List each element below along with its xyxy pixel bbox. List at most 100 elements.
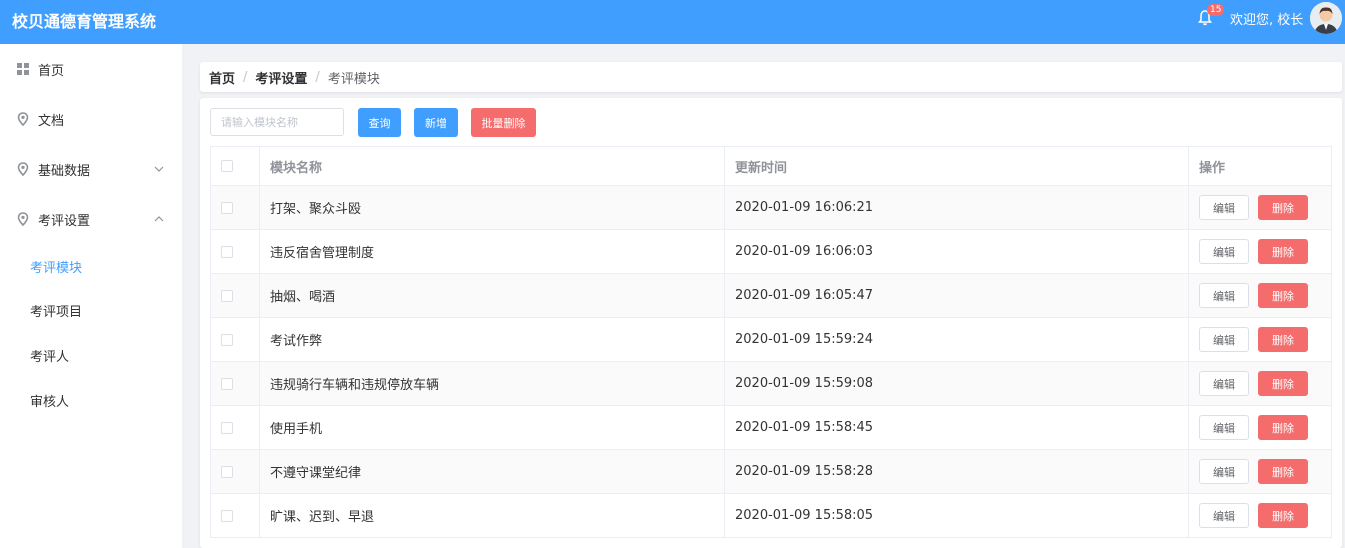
grid-icon: [16, 62, 30, 76]
table-row: 使用手机 2020-01-09 15:58:45 编辑 删除: [211, 406, 1331, 450]
edit-button[interactable]: 编辑: [1199, 283, 1249, 308]
sidebar-subitem-evaluation-modules[interactable]: 考评模块: [0, 244, 182, 288]
sidebar-subitem-reviewers[interactable]: 审核人: [0, 378, 182, 422]
row-checkbox-cell: [211, 318, 260, 361]
delete-button[interactable]: 删除: [1258, 327, 1308, 352]
row-checkbox-cell: [211, 450, 260, 493]
module-name: 使用手机: [260, 406, 725, 449]
column-header-time: 更新时间: [725, 147, 1189, 185]
delete-button[interactable]: 删除: [1258, 415, 1308, 440]
delete-button[interactable]: 删除: [1258, 459, 1308, 484]
row-checkbox[interactable]: [221, 289, 233, 302]
row-actions: 编辑 删除: [1189, 274, 1331, 317]
delete-button[interactable]: 删除: [1258, 283, 1308, 308]
location-icon: [16, 212, 30, 226]
header-checkbox-cell: [211, 147, 260, 185]
location-icon: [16, 112, 30, 126]
module-name: 考试作弊: [260, 318, 725, 361]
row-checkbox-cell: [211, 274, 260, 317]
row-actions: 编辑 删除: [1189, 186, 1331, 229]
delete-button[interactable]: 删除: [1258, 239, 1308, 264]
sidebar-item-home[interactable]: 首页: [0, 44, 182, 94]
row-actions: 编辑 删除: [1189, 318, 1331, 361]
row-checkbox[interactable]: [221, 421, 233, 434]
sidebar-item-evaluation-settings[interactable]: 考评设置: [0, 194, 182, 244]
batch-delete-button[interactable]: 批量删除: [471, 108, 536, 137]
breadcrumb-separator: /: [315, 69, 320, 85]
row-checkbox[interactable]: [221, 509, 233, 522]
column-header-actions: 操作: [1199, 160, 1226, 176]
module-name: 违反宿舍管理制度: [260, 230, 725, 273]
select-all-checkbox[interactable]: [221, 160, 233, 172]
row-actions: 编辑 删除: [1189, 494, 1331, 537]
breadcrumb: 首页 / 考评设置 / 考评模块: [200, 62, 1342, 92]
module-name: 打架、聚众斗殴: [260, 186, 725, 229]
delete-button[interactable]: 删除: [1258, 195, 1308, 220]
table-row: 打架、聚众斗殴 2020-01-09 16:06:21 编辑 删除: [211, 186, 1331, 230]
notification-badge: 15: [1207, 4, 1225, 16]
table-row: 抽烟、喝酒 2020-01-09 16:05:47 编辑 删除: [211, 274, 1331, 318]
sidebar-subitem-evaluation-items[interactable]: 考评项目: [0, 288, 182, 332]
update-time: 2020-01-09 16:05:47: [725, 274, 1189, 317]
breadcrumb-home[interactable]: 首页: [209, 68, 235, 87]
chevron-up-icon: [154, 213, 164, 223]
edit-button[interactable]: 编辑: [1199, 327, 1249, 352]
edit-button[interactable]: 编辑: [1199, 503, 1249, 528]
row-checkbox-cell: [211, 494, 260, 537]
edit-button[interactable]: 编辑: [1199, 239, 1249, 264]
module-name: 抽烟、喝酒: [260, 274, 725, 317]
module-name: 旷课、迟到、早退: [260, 494, 725, 537]
row-checkbox-cell: [211, 362, 260, 405]
row-actions: 编辑 删除: [1189, 450, 1331, 493]
sidebar-item-basic-data[interactable]: 基础数据: [0, 144, 182, 194]
edit-button[interactable]: 编辑: [1199, 371, 1249, 396]
table-row: 考试作弊 2020-01-09 15:59:24 编辑 删除: [211, 318, 1331, 362]
update-time: 2020-01-09 15:59:24: [725, 318, 1189, 361]
table-row: 违规骑行车辆和违规停放车辆 2020-01-09 15:59:08 编辑 删除: [211, 362, 1331, 406]
edit-button[interactable]: 编辑: [1199, 415, 1249, 440]
row-checkbox[interactable]: [221, 377, 233, 390]
location-icon: [16, 162, 30, 176]
delete-button[interactable]: 删除: [1258, 371, 1308, 396]
sidebar-item-label: 首页: [38, 63, 65, 79]
sidebar-subitem-evaluators[interactable]: 考评人: [0, 333, 182, 377]
row-checkbox-cell: [211, 230, 260, 273]
row-checkbox-cell: [211, 186, 260, 229]
row-checkbox[interactable]: [221, 465, 233, 478]
sidebar-item-docs[interactable]: 文档: [0, 94, 182, 144]
update-time: 2020-01-09 16:06:03: [725, 230, 1189, 273]
module-name: 违规骑行车辆和违规停放车辆: [260, 362, 725, 405]
add-button[interactable]: 新增: [414, 108, 458, 137]
update-time: 2020-01-09 15:59:08: [725, 362, 1189, 405]
chevron-down-icon: [154, 163, 164, 173]
row-actions: 编辑 删除: [1189, 406, 1331, 449]
search-input[interactable]: [210, 108, 344, 136]
row-actions: 编辑 删除: [1189, 230, 1331, 273]
row-checkbox[interactable]: [221, 245, 233, 258]
query-button[interactable]: 查询: [358, 108, 401, 137]
row-checkbox[interactable]: [221, 201, 233, 214]
row-actions: 编辑 删除: [1189, 362, 1331, 405]
update-time: 2020-01-09 15:58:28: [725, 450, 1189, 493]
table-row: 不遵守课堂纪律 2020-01-09 15:58:28 编辑 删除: [211, 450, 1331, 494]
breadcrumb-parent[interactable]: 考评设置: [255, 68, 307, 87]
edit-button[interactable]: 编辑: [1199, 459, 1249, 484]
breadcrumb-current: 考评模块: [327, 71, 380, 87]
sidebar-item-label: 基础数据: [38, 163, 91, 179]
module-table: 模块名称 更新时间 操作 打架、聚众斗殴 2020-01-09 16:06:21…: [210, 146, 1332, 538]
app-title: 校贝通德育管理系统: [12, 12, 157, 31]
breadcrumb-separator: /: [243, 69, 248, 85]
welcome-text: 欢迎您, 校长: [1230, 13, 1304, 28]
sidebar: 首页 文档 基础数据 考评设置 考评模块 考评项目 考评人 审核人: [0, 44, 182, 548]
update-time: 2020-01-09 15:58:05: [725, 494, 1189, 537]
edit-button[interactable]: 编辑: [1199, 195, 1249, 220]
row-checkbox[interactable]: [221, 333, 233, 346]
table-row: 违反宿舍管理制度 2020-01-09 16:06:03 编辑 删除: [211, 230, 1331, 274]
delete-button[interactable]: 删除: [1258, 503, 1308, 528]
avatar[interactable]: [1310, 2, 1342, 34]
sidebar-item-label: 文档: [38, 113, 65, 129]
row-checkbox-cell: [211, 406, 260, 449]
module-name: 不遵守课堂纪律: [260, 450, 725, 493]
content-card: 查询 新增 批量删除 模块名称 更新时间 操作 打架、聚众斗殴 2020-01-…: [200, 98, 1342, 548]
sidebar-item-label: 考评设置: [38, 213, 91, 229]
